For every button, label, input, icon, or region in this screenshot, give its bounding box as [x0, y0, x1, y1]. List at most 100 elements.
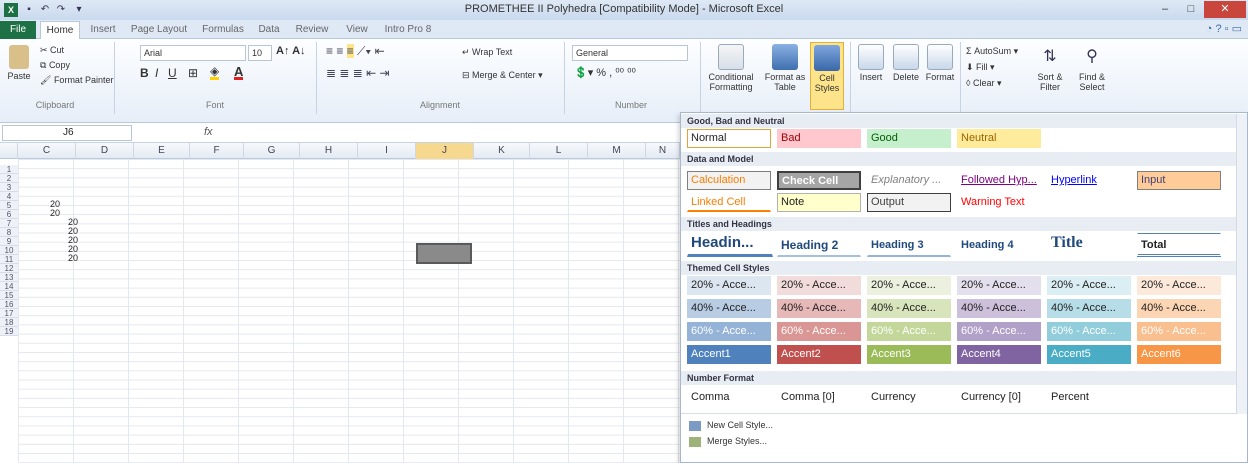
style-20-accent2[interactable]: 20% - Acce...	[777, 276, 861, 295]
style-20-accent4[interactable]: 20% - Acce...	[957, 276, 1041, 295]
name-box[interactable]: J6	[2, 125, 132, 141]
style-60-accent3[interactable]: 60% - Acce...	[867, 322, 951, 341]
column-header[interactable]: M	[588, 143, 646, 159]
style-20-accent3[interactable]: 20% - Acce...	[867, 276, 951, 295]
italic-button[interactable]: I	[155, 67, 158, 79]
autosum-button[interactable]: Σ AutoSum ▾	[966, 46, 1018, 57]
style-title[interactable]: Title	[1047, 233, 1131, 257]
column-header[interactable]: E	[134, 143, 190, 159]
style-comma[interactable]: Comma	[687, 388, 771, 407]
row-header[interactable]: 17	[0, 309, 18, 318]
style-40-accent4[interactable]: 40% - Acce...	[957, 299, 1041, 318]
style-percent[interactable]: Percent	[1047, 388, 1131, 407]
style-check-cell[interactable]: Check Cell	[777, 171, 861, 190]
row-header[interactable]: 6	[0, 210, 18, 219]
format-painter-button[interactable]: 🖌 Format Painter	[40, 75, 113, 86]
style-heading-4[interactable]: Heading 4	[957, 233, 1041, 257]
delete-cells-button[interactable]: Delete	[890, 44, 922, 82]
minimize-button[interactable]: –	[1152, 1, 1178, 18]
align-horizontal-icons[interactable]: ≣ ≣ ≣ ⇤ ⇥	[326, 67, 390, 79]
column-header[interactable]: G	[244, 143, 300, 159]
fx-icon[interactable]: fx	[204, 126, 213, 138]
font-color-icon[interactable]: A	[234, 65, 244, 80]
save-icon[interactable]: ▪	[22, 3, 36, 17]
currency-percent-icons[interactable]: 💲▾ % , ⁰⁰ ⁰⁰	[574, 68, 636, 79]
column-header[interactable]: I	[358, 143, 416, 159]
row-header[interactable]: 8	[0, 228, 18, 237]
clear-button[interactable]: ◊ Clear ▾	[966, 78, 1002, 89]
style-neutral[interactable]: Neutral	[957, 129, 1041, 148]
style-40-accent2[interactable]: 40% - Acce...	[777, 299, 861, 318]
style-accent2[interactable]: Accent2	[777, 345, 861, 364]
style-20-accent5[interactable]: 20% - Acce...	[1047, 276, 1131, 295]
row-header[interactable]: 3	[0, 183, 18, 192]
style-heading-1[interactable]: Headin...	[687, 233, 773, 257]
align-top-icons[interactable]: ≡ ≡ ≡ ⟋▾ ⇤	[326, 44, 385, 58]
style-total[interactable]: Total	[1137, 233, 1221, 257]
row-header[interactable]: 10	[0, 246, 18, 255]
format-as-table-button[interactable]: Format as Table	[762, 44, 808, 92]
wrap-text-button[interactable]: ↵ Wrap Text	[462, 47, 512, 58]
column-header[interactable]: H	[300, 143, 358, 159]
style-currency[interactable]: Currency	[867, 388, 951, 407]
font-size-select[interactable]: 10	[248, 45, 272, 61]
style-20-accent6[interactable]: 20% - Acce...	[1137, 276, 1221, 295]
tab-review[interactable]: Review	[290, 21, 334, 39]
find-select-button[interactable]: ⚲ Find & Select	[1072, 44, 1112, 92]
excel-app-icon[interactable]: X	[4, 3, 18, 17]
style-60-accent4[interactable]: 60% - Acce...	[957, 322, 1041, 341]
style-60-accent5[interactable]: 60% - Acce...	[1047, 322, 1131, 341]
style-heading-3[interactable]: Heading 3	[867, 233, 951, 257]
tab-insert[interactable]: Insert	[82, 21, 124, 39]
tab-home[interactable]: Home	[40, 21, 80, 39]
row-header[interactable]: 15	[0, 291, 18, 300]
row-header[interactable]: 11	[0, 255, 18, 264]
style-accent3[interactable]: Accent3	[867, 345, 951, 364]
style-accent1[interactable]: Accent1	[687, 345, 771, 364]
qat-customize-icon[interactable]: ▾	[72, 3, 86, 17]
paste-button[interactable]: Paste	[4, 45, 34, 81]
tab-data[interactable]: Data	[254, 21, 284, 39]
row-header[interactable]: 18	[0, 318, 18, 327]
style-calculation[interactable]: Calculation	[687, 171, 771, 190]
undo-icon[interactable]: ↶	[38, 3, 52, 17]
row-header[interactable]: 7	[0, 219, 18, 228]
column-header[interactable]: F	[190, 143, 244, 159]
row-header[interactable]: 19	[0, 327, 18, 336]
style-40-accent1[interactable]: 40% - Acce...	[687, 299, 771, 318]
borders-icon[interactable]: ⊞	[188, 67, 198, 79]
cell-styles-button[interactable]: Cell Styles	[810, 42, 844, 110]
style-input[interactable]: Input	[1137, 171, 1221, 190]
style-accent6[interactable]: Accent6	[1137, 345, 1221, 364]
tab-file[interactable]: File	[0, 21, 36, 39]
column-header[interactable]: N	[646, 143, 680, 159]
tab-page-layout[interactable]: Page Layout	[126, 21, 192, 39]
new-cell-style-menu-item[interactable]: New Cell Style...	[689, 418, 773, 432]
row-header[interactable]: 16	[0, 300, 18, 309]
style-output[interactable]: Output	[867, 193, 951, 212]
style-20-accent1[interactable]: 20% - Acce...	[687, 276, 771, 295]
row-header[interactable]: 5	[0, 201, 18, 210]
fill-button[interactable]: ⬇ Fill ▾	[966, 62, 995, 73]
redo-icon[interactable]: ↷	[54, 3, 68, 17]
close-button[interactable]: ✕	[1204, 1, 1246, 18]
merge-styles-menu-item[interactable]: Merge Styles...	[689, 434, 767, 448]
style-accent5[interactable]: Accent5	[1047, 345, 1131, 364]
style-followed-hyperlink[interactable]: Followed Hyp...	[957, 171, 1041, 190]
cell-grid[interactable]	[18, 159, 680, 463]
column-header[interactable]: K	[474, 143, 530, 159]
maximize-button[interactable]: □	[1178, 1, 1204, 18]
style-60-accent6[interactable]: 60% - Acce...	[1137, 322, 1221, 341]
column-header[interactable]: L	[530, 143, 588, 159]
row-header[interactable]: 4	[0, 192, 18, 201]
style-explanatory[interactable]: Explanatory ...	[867, 171, 951, 190]
style-linked-cell[interactable]: Linked Cell	[687, 193, 771, 212]
style-warning-text[interactable]: Warning Text	[957, 193, 1041, 212]
row-header[interactable]: 13	[0, 273, 18, 282]
tab-intro-pro[interactable]: Intro Pro 8	[380, 21, 436, 39]
cut-button[interactable]: ✂ Cut	[40, 45, 64, 56]
style-note[interactable]: Note	[777, 193, 861, 212]
copy-button[interactable]: ⧉ Copy	[40, 60, 70, 71]
conditional-formatting-button[interactable]: Conditional Formatting	[706, 44, 756, 92]
grow-font-button[interactable]: A↑ A↓	[276, 46, 306, 57]
